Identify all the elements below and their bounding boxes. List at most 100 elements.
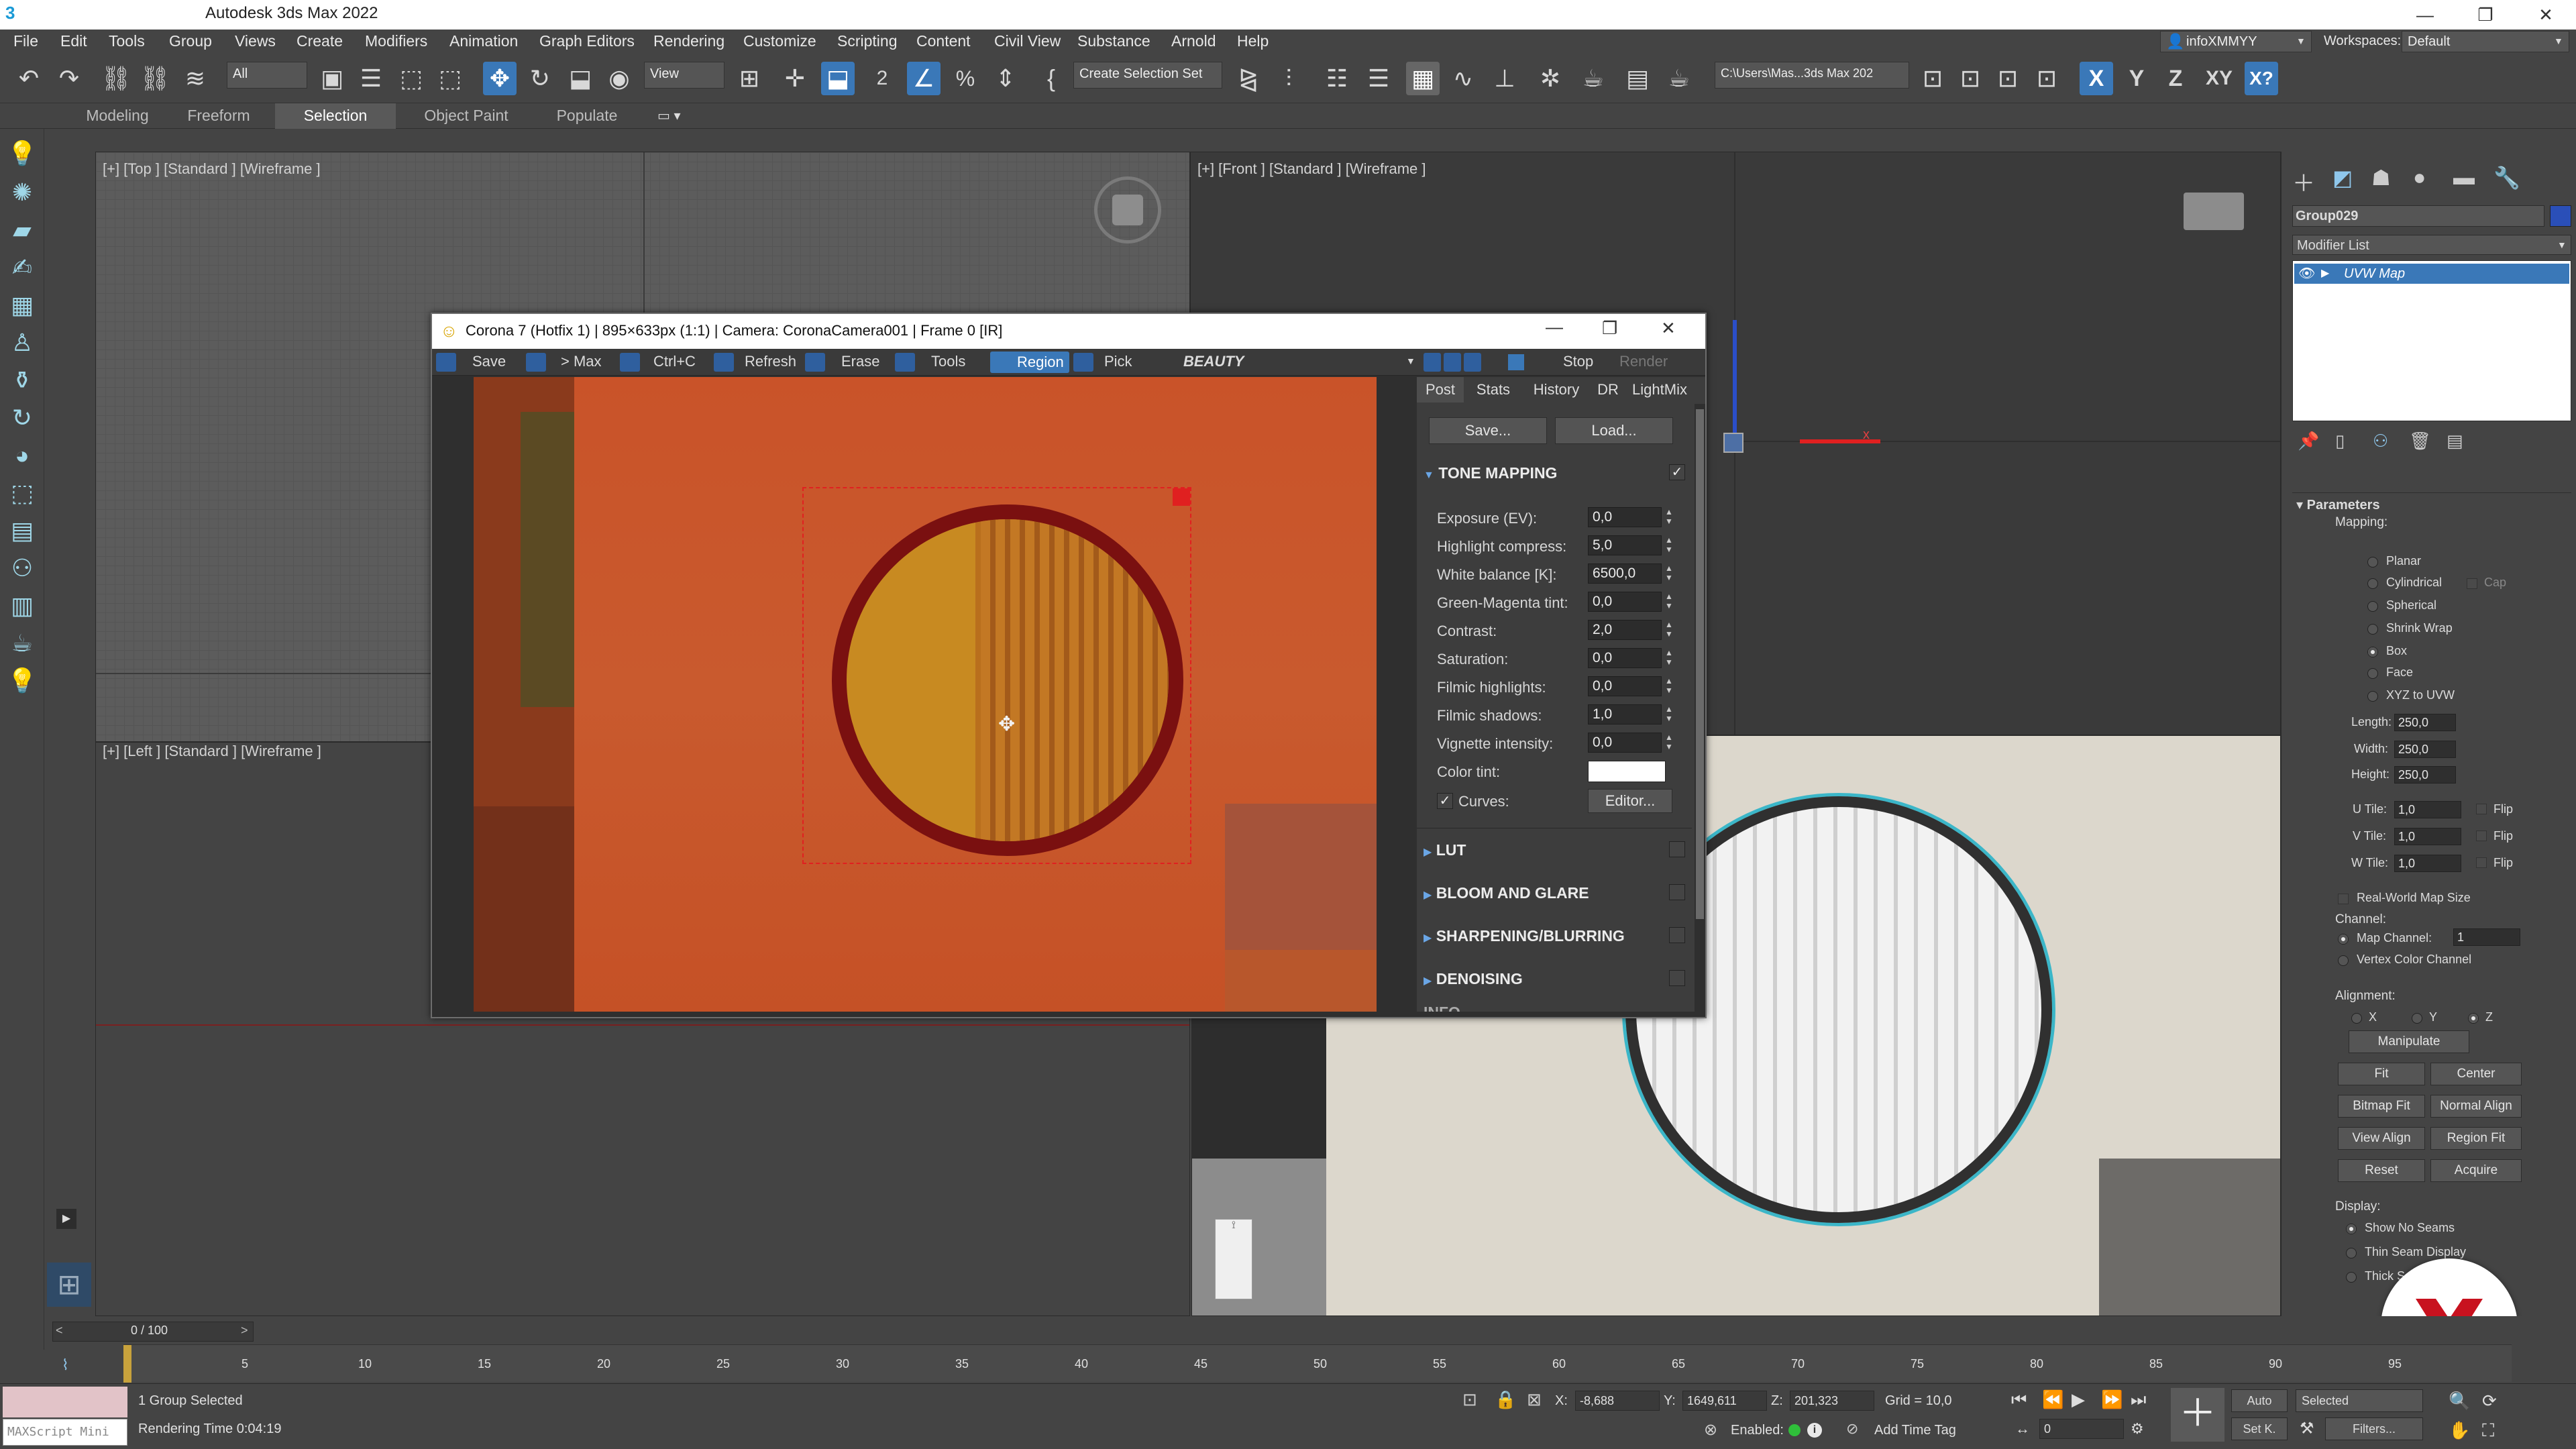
copy-icon[interactable]: [620, 353, 640, 372]
contrast-spinner[interactable]: ▲ ▼: [1664, 620, 1674, 640]
zoom-icon[interactable]: 🔍: [2449, 1391, 2470, 1411]
toggle-ribbon-icon[interactable]: ☰: [1362, 62, 1395, 95]
sphere-icon[interactable]: ◕: [7, 440, 38, 471]
axis-x-button[interactable]: X: [2080, 62, 2113, 95]
vertex-color-radio[interactable]: [2338, 955, 2349, 966]
filmic-shadows-spinner[interactable]: ▲ ▼: [1664, 704, 1674, 724]
modify-tab-icon[interactable]: ◩: [2332, 165, 2353, 191]
time-config-icon[interactable]: ⚙: [2131, 1420, 2144, 1438]
menu-animation[interactable]: Animation: [449, 32, 518, 50]
info-icon[interactable]: i: [1807, 1423, 1822, 1438]
vignette-field[interactable]: 0,0: [1588, 733, 1662, 753]
tone-mapping-checkbox[interactable]: ✓: [1669, 464, 1685, 480]
sharpening-header[interactable]: ▶ SHARPENING/BLURRING: [1424, 927, 1685, 945]
spinner-snap-icon[interactable]: ⇕: [989, 62, 1022, 95]
undo-icon[interactable]: ↶: [12, 62, 46, 95]
menu-group[interactable]: Group: [169, 32, 212, 50]
bloom-glare-checkbox[interactable]: [1669, 884, 1685, 900]
time-slider[interactable]: < 0 / 100 >: [52, 1322, 254, 1342]
tab-dr[interactable]: DR: [1593, 377, 1623, 402]
panel-icon[interactable]: ▥: [7, 590, 38, 621]
curves-checkbox[interactable]: ✓: [1437, 793, 1453, 809]
curve-mini-icon[interactable]: ⌇: [62, 1356, 69, 1374]
time-tag-icon[interactable]: ⊘: [1846, 1420, 1858, 1438]
height-field[interactable]: 250,0: [2394, 766, 2456, 784]
create-tab-icon[interactable]: ＋: [2292, 165, 2315, 198]
tab-populate[interactable]: Populate: [537, 103, 637, 129]
orbit-icon[interactable]: ⟳: [2482, 1391, 2497, 1411]
viewport-front-label[interactable]: [+] [Front ] [Standard ] [Wireframe ]: [1197, 160, 1426, 178]
align-icon[interactable]: ⫶: [1272, 62, 1305, 95]
play-icon[interactable]: ▶: [2072, 1389, 2085, 1410]
menu-customize[interactable]: Customize: [743, 32, 816, 50]
mapping-spherical-radio[interactable]: [2367, 601, 2378, 612]
pin-stack-icon[interactable]: 📌: [2298, 431, 2319, 451]
cap-checkbox[interactable]: [2467, 578, 2477, 589]
utilities-tab-icon[interactable]: 🔧: [2493, 165, 2520, 191]
maxscript-listener[interactable]: [3, 1387, 127, 1417]
contrast-field[interactable]: 2,0: [1588, 620, 1662, 640]
reset-button[interactable]: Reset: [2338, 1159, 2425, 1182]
mapping-face-radio[interactable]: [2367, 668, 2378, 679]
adaptive-degradation-icon[interactable]: ⊗: [1704, 1420, 1717, 1440]
align-x-radio[interactable]: [2351, 1013, 2362, 1024]
green-magenta-spinner[interactable]: ▲ ▼: [1664, 592, 1674, 612]
zoom-fit-icon[interactable]: [1464, 353, 1481, 372]
layer-icon-2[interactable]: ⊡: [1991, 62, 2025, 95]
exposure-field[interactable]: 0,0: [1588, 507, 1662, 527]
mapping-cylindrical-radio[interactable]: [2367, 578, 2378, 589]
menu-arnold[interactable]: Arnold: [1171, 32, 1216, 50]
selection-filter-dropdown[interactable]: All: [227, 62, 307, 89]
tab-history[interactable]: History: [1523, 377, 1590, 402]
edit-named-selection-icon[interactable]: {: [1034, 62, 1068, 95]
isolate-icon[interactable]: ⊡: [1462, 1389, 1477, 1410]
post-load-button[interactable]: Load...: [1555, 417, 1673, 444]
snaps-toggle-icon[interactable]: 2: [865, 62, 899, 95]
scene-icon[interactable]: ▰: [7, 215, 38, 246]
parameters-rollout[interactable]: ▾ Parameters: [2296, 496, 2380, 513]
tab-lightmix[interactable]: LightMix: [1626, 377, 1693, 402]
save-button[interactable]: Save: [472, 353, 506, 370]
next-frame-icon[interactable]: ⏩: [2101, 1389, 2123, 1410]
modifier-list-dropdown[interactable]: Modifier List ▼: [2292, 235, 2571, 255]
map-channel-radio[interactable]: [2338, 934, 2349, 945]
layer-explorer-icon[interactable]: ☷: [1320, 62, 1354, 95]
redo-icon[interactable]: ↷: [52, 62, 86, 95]
manipulate-button[interactable]: Manipulate: [2349, 1030, 2469, 1053]
saturation-spinner[interactable]: ▲ ▼: [1664, 648, 1674, 668]
remove-modifier-icon[interactable]: 🗑: [2409, 431, 2431, 451]
viewport-top-label[interactable]: [+] [Top ] [Standard ] [Wireframe ]: [103, 160, 321, 178]
bottle-icon[interactable]: ⚱: [7, 365, 38, 396]
gizmo-z-axis[interactable]: [1733, 320, 1737, 441]
stop-icon[interactable]: [1508, 354, 1524, 370]
to-max-button[interactable]: > Max: [561, 353, 602, 370]
menu-views[interactable]: Views: [235, 32, 276, 50]
render-button[interactable]: Render: [1619, 353, 1668, 370]
mapping-shrink-wrap-radio[interactable]: [2367, 624, 2378, 635]
save-icon[interactable]: [436, 353, 456, 372]
set-key-icon[interactable]: ＋: [2171, 1388, 2224, 1442]
tab-stats[interactable]: Stats: [1466, 377, 1520, 402]
menu-tools[interactable]: Tools: [109, 32, 145, 50]
post-save-button[interactable]: Save...: [1429, 417, 1547, 444]
lut-header[interactable]: ▶ LUT: [1424, 841, 1685, 859]
tab-modeling[interactable]: Modeling: [67, 103, 168, 129]
object-color-swatch[interactable]: [2550, 205, 2571, 227]
menu-civil-view[interactable]: Civil View: [994, 32, 1061, 50]
ribbon-toggle-icon[interactable]: ▭ ▾: [657, 107, 681, 124]
acquire-button[interactable]: Acquire: [2430, 1159, 2522, 1182]
texture-icon[interactable]: ▦: [7, 290, 38, 321]
length-field[interactable]: 250,0: [2394, 714, 2456, 731]
bitmap-fit-button[interactable]: Bitmap Fit: [2338, 1095, 2425, 1118]
maxscript-mini-input[interactable]: MAXScript Mini: [3, 1419, 127, 1446]
show-end-result-icon[interactable]: ▯: [2335, 431, 2345, 451]
expand-arrow-icon[interactable]: ▶: [2321, 266, 2329, 280]
next-frame-icon[interactable]: >: [241, 1324, 248, 1338]
absolute-mode-icon[interactable]: ⊠: [1527, 1389, 1542, 1410]
rendered-frame-window-icon[interactable]: ▤: [1621, 62, 1654, 95]
select-object-icon[interactable]: ▣: [315, 62, 349, 95]
wtile-field[interactable]: 1,0: [2394, 855, 2461, 872]
mapping-box-radio[interactable]: [2367, 647, 2378, 657]
corona-restore-button[interactable]: ❐: [1602, 318, 1617, 339]
configure-modifier-sets-icon[interactable]: ▤: [2447, 431, 2463, 451]
